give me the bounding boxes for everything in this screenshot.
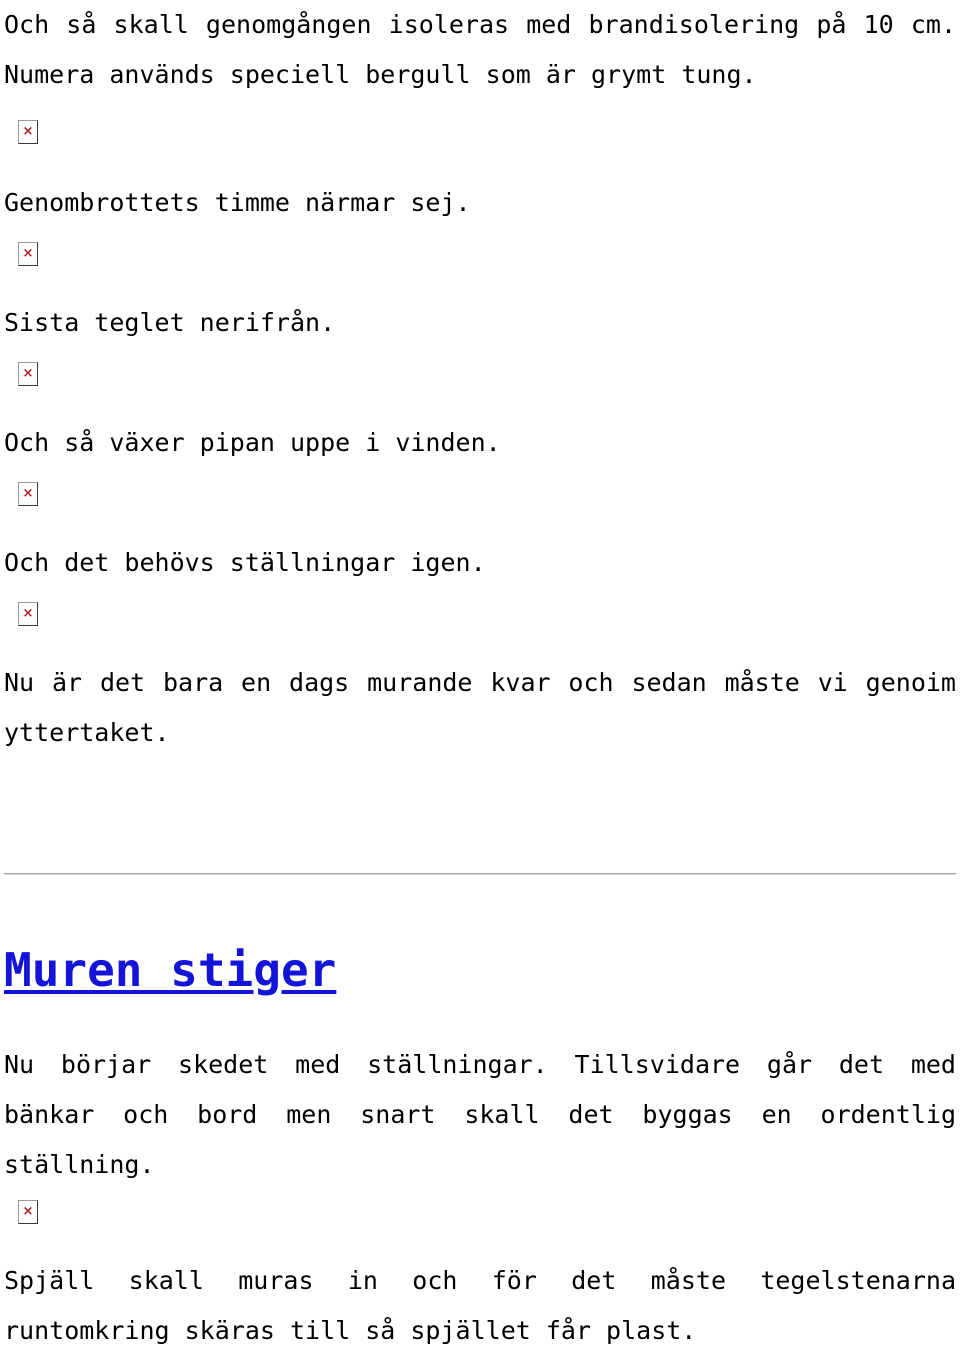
broken-image-row[interactable]: ×: [4, 1200, 956, 1232]
paragraph-spjall: Spjäll skall muras in och för det måste …: [4, 1266, 956, 1345]
broken-image-x-glyph: ×: [22, 486, 34, 501]
broken-image-icon[interactable]: ×: [18, 120, 38, 144]
broken-image-row[interactable]: ×: [4, 120, 956, 152]
broken-image-icon[interactable]: ×: [18, 482, 38, 506]
broken-image-icon[interactable]: ×: [18, 602, 38, 626]
broken-image-x-glyph: ×: [22, 366, 34, 381]
broken-image-icon[interactable]: ×: [18, 1200, 38, 1224]
broken-image-icon[interactable]: ×: [18, 362, 38, 386]
paragraph-pipan: Och så växer pipan uppe i vinden.: [4, 428, 501, 457]
broken-image-x-glyph: ×: [22, 1204, 34, 1219]
paragraph-nu-borjar-skedet: Nu börjar skedet med ställningar. Tillsv…: [4, 1050, 956, 1179]
broken-image-row[interactable]: ×: [4, 602, 956, 634]
broken-image-icon[interactable]: ×: [18, 242, 38, 266]
broken-image-row[interactable]: ×: [4, 482, 956, 514]
paragraph-yttertaket: Nu är det bara en dags murande kvar och …: [4, 668, 956, 747]
broken-image-x-glyph: ×: [22, 606, 34, 621]
broken-image-x-glyph: ×: [22, 124, 34, 139]
paragraph-stallningar: Och det behövs ställningar igen.: [4, 548, 486, 577]
post-title-link[interactable]: Muren stiger: [4, 943, 336, 997]
broken-image-row[interactable]: ×: [4, 362, 956, 394]
paragraph-intro: Och så skall genomgången isoleras med br…: [4, 10, 956, 89]
paragraph-genombrottet: Genombrottets timme närmar sej.: [4, 188, 471, 217]
paragraph-sista-teglet: Sista teglet nerifrån.: [4, 308, 336, 337]
broken-image-row[interactable]: ×: [4, 242, 956, 274]
page-title: Muren stiger: [4, 940, 956, 1000]
broken-image-x-glyph: ×: [22, 246, 34, 261]
document-body: Och så skall genomgången isoleras med br…: [0, 0, 960, 1356]
